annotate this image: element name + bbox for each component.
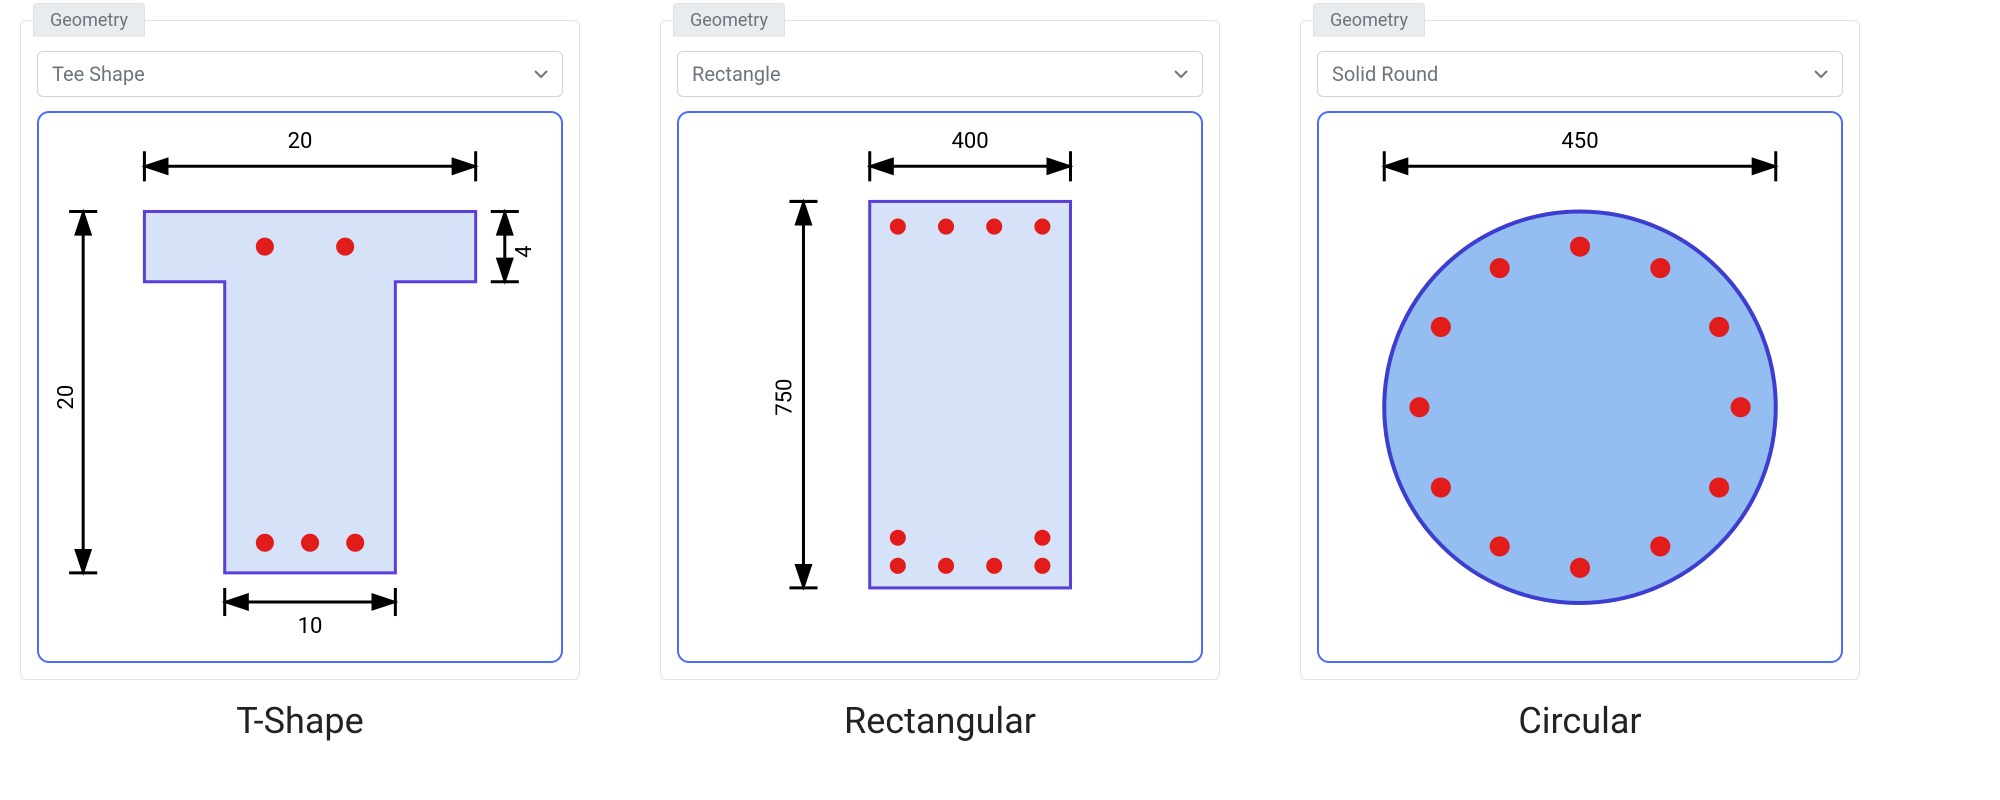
rebar-dot (986, 558, 1002, 574)
rebar-dot (1431, 317, 1451, 337)
panel-tab[interactable]: Geometry (33, 3, 145, 37)
geometry-panel-rectangular: Geometry Rectangle (660, 20, 1220, 680)
dim-flange-thickness: 4 (512, 245, 537, 257)
viewport-circular: 450 (1317, 111, 1843, 663)
shape-selector-value: Solid Round (1332, 62, 1438, 86)
rebar-dot (346, 534, 364, 552)
dim-diameter: 450 (1561, 129, 1598, 154)
dim-web-width: 10 (298, 614, 323, 639)
rebar-dot (1431, 477, 1451, 497)
rebar-dot (1709, 317, 1729, 337)
panel-caption: Rectangular (844, 700, 1036, 742)
rebar-dot (890, 530, 906, 546)
rebar-dot (1490, 536, 1510, 556)
rebar-dot (986, 219, 1002, 235)
dim-width: 400 (951, 129, 988, 154)
rebar-dot (938, 558, 954, 574)
geometry-panel-circular: Geometry Solid Round (1300, 20, 1860, 680)
rebar-dot (256, 238, 274, 256)
caret-down-icon (534, 70, 548, 78)
rebar-dot (1650, 258, 1670, 278)
rebar-dot (301, 534, 319, 552)
rebar-dot (1034, 530, 1050, 546)
rebar-dot (1731, 397, 1751, 417)
geometry-panel-tshape: Geometry Tee Shape (20, 20, 580, 680)
dim-height-total: 20 (54, 385, 79, 410)
rebar-dot (1409, 397, 1429, 417)
panel-column-rectangular: Geometry Rectangle (660, 20, 1220, 742)
shape-selector[interactable]: Rectangle (677, 51, 1203, 97)
rebar-dot (1490, 258, 1510, 278)
rebar-dot (1034, 558, 1050, 574)
panel-tab[interactable]: Geometry (1313, 3, 1425, 37)
dim-width-top: 20 (288, 129, 313, 154)
rectangle-body (870, 201, 1071, 587)
rebar-dot (890, 219, 906, 235)
rebar-dot (336, 238, 354, 256)
tshape-body (144, 211, 475, 572)
viewport-tshape: 20 20 4 10 (37, 111, 563, 663)
shape-selector[interactable]: Solid Round (1317, 51, 1843, 97)
shape-selector-value: Tee Shape (52, 62, 145, 86)
rebar-dot (1650, 536, 1670, 556)
viewport-rectangular: 400 750 (677, 111, 1203, 663)
rebar-dot (890, 558, 906, 574)
shape-selector-value: Rectangle (692, 62, 781, 86)
panel-column-circular: Geometry Solid Round (1300, 20, 1860, 742)
shape-selector[interactable]: Tee Shape (37, 51, 563, 97)
panel-column-tshape: Geometry Tee Shape (20, 20, 580, 742)
panel-tab[interactable]: Geometry (673, 3, 785, 37)
rebar-dot (1570, 237, 1590, 257)
rebar-dot (256, 534, 274, 552)
panel-caption: Circular (1518, 700, 1641, 742)
panel-caption: T-Shape (236, 700, 363, 742)
rebar-dot (1709, 477, 1729, 497)
rebar-dot (1570, 558, 1590, 578)
rebar-dot (1034, 219, 1050, 235)
circle-body (1384, 211, 1776, 603)
dim-height: 750 (772, 379, 797, 416)
caret-down-icon (1174, 70, 1188, 78)
caret-down-icon (1814, 70, 1828, 78)
rebar-dot (938, 219, 954, 235)
